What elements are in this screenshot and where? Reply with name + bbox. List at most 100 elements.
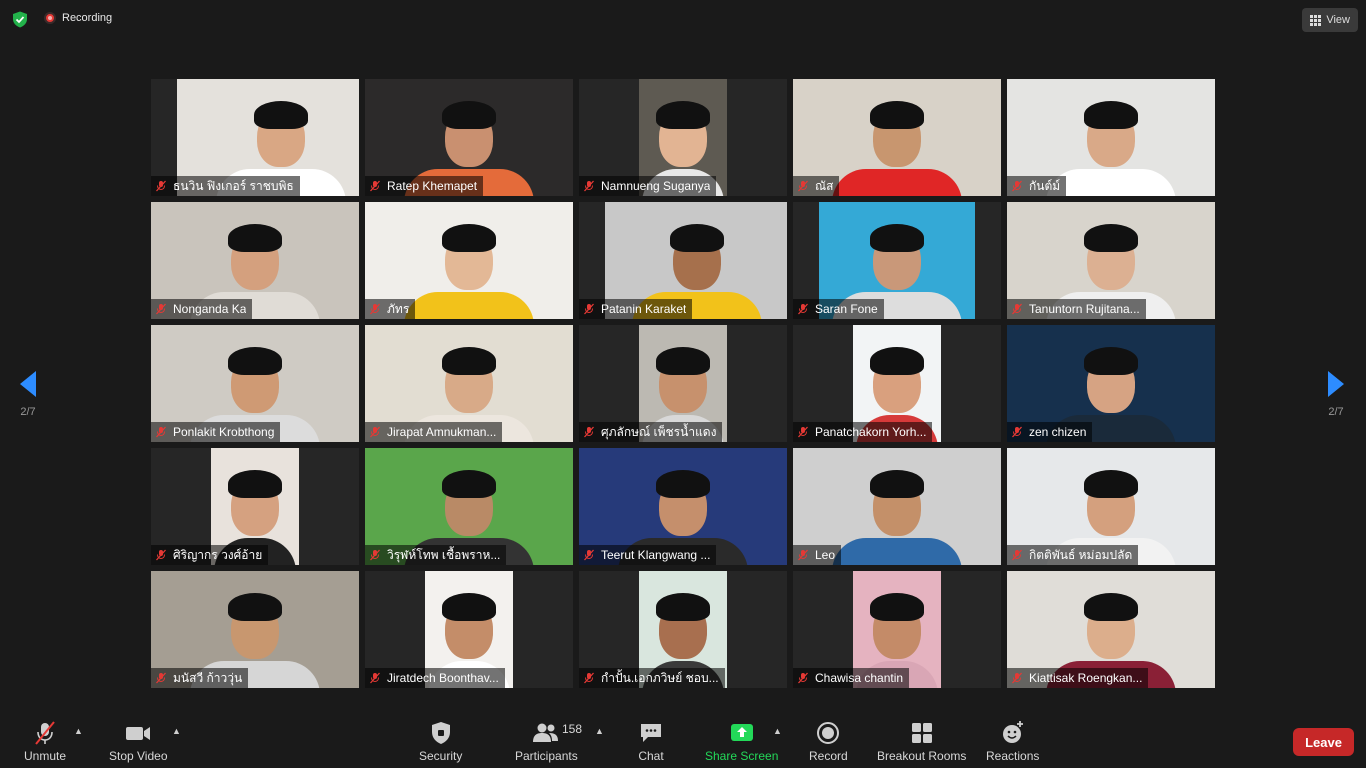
video-options-caret-icon[interactable]: ▲ <box>172 726 182 736</box>
video-gallery: ธนวิน ฟิงเกอร์ ราชบพิธ Ratep Khemapet Namn… <box>151 79 1215 688</box>
participants-icon <box>531 720 561 746</box>
participant-tile[interactable]: Nonganda Ka <box>151 202 359 319</box>
participant-name-bar: Ratep Khemapet <box>365 176 484 196</box>
share-options-caret-icon[interactable]: ▲ <box>773 726 783 736</box>
participant-name: กันต์ม์ <box>1029 178 1061 193</box>
participant-name-bar: กันต์ม์ <box>1007 176 1067 196</box>
arrow-left-icon <box>20 371 36 397</box>
participant-name: Panatchakorn Yorh... <box>815 425 927 439</box>
participants-options-caret-icon[interactable]: ▲ <box>595 726 605 736</box>
record-button[interactable]: Record <box>809 720 848 763</box>
muted-mic-icon <box>1012 426 1022 438</box>
view-button[interactable]: View <box>1302 8 1358 32</box>
participant-name: Saran Fone <box>815 302 878 316</box>
participant-name-bar: กำปั้น.เอกภวิษย์ ชอบ... <box>579 668 725 688</box>
participant-tile[interactable]: zen chizen <box>1007 325 1215 442</box>
reactions-smiley-icon <box>1000 720 1026 746</box>
participant-hair <box>656 347 710 375</box>
participant-tile[interactable]: Patanin Karaket <box>579 202 787 319</box>
participant-tile[interactable]: Ponlakit Krobthong <box>151 325 359 442</box>
share-screen-button[interactable]: Share Screen <box>705 720 778 763</box>
participant-hair <box>870 347 924 375</box>
record-icon <box>815 720 841 746</box>
participant-name: Jiratdech Boonthav... <box>387 671 499 685</box>
participant-hair <box>442 224 496 252</box>
participant-tile[interactable]: กันต์ม์ <box>1007 79 1215 196</box>
participant-name: วิรุฬห์โทพ เชื้อพราห... <box>387 547 501 562</box>
muted-mic-icon <box>370 426 380 438</box>
participant-tile[interactable]: Kiattisak Roengkan... <box>1007 571 1215 688</box>
participant-name-bar: Tanuntorn Rujitana... <box>1007 299 1146 319</box>
participant-tile[interactable]: Ratep Khemapet <box>365 79 573 196</box>
participant-tile[interactable]: ศิริญากร วงศ์อ้าย <box>151 448 359 565</box>
participant-name: Patanin Karaket <box>601 302 687 316</box>
leave-button[interactable]: Leave <box>1293 728 1354 756</box>
participant-tile[interactable]: Teerut Klangwang ... <box>579 448 787 565</box>
chat-button[interactable]: Chat <box>638 720 664 763</box>
participants-label: Participants <box>515 749 578 763</box>
participant-name: Leo <box>815 548 836 562</box>
next-page-button[interactable]: 2/7 <box>1316 370 1356 418</box>
participant-hair <box>1084 470 1138 498</box>
participant-hair <box>870 593 924 621</box>
participant-name: มนัสวี ก้าววุ่น <box>173 670 243 685</box>
participant-tile[interactable]: ศุภลักษณ์ เพ็ชรน้ำแดง <box>579 325 787 442</box>
participant-tile[interactable]: Jirapat Amnukman... <box>365 325 573 442</box>
participant-name: Teerut Klangwang ... <box>601 548 711 562</box>
participant-tile[interactable]: Leo <box>793 448 1001 565</box>
video-camera-icon <box>124 720 152 746</box>
breakout-rooms-button[interactable]: Breakout Rooms <box>877 720 966 763</box>
security-label: Security <box>419 749 463 763</box>
participant-tile[interactable]: ธนวิน ฟิงเกอร์ ราชบพิธ <box>151 79 359 196</box>
participant-name: ศุภลักษณ์ เพ็ชรน้ำแดง <box>601 424 717 439</box>
participant-tile[interactable]: กิตติพันธ์ หม่อมปลัด <box>1007 448 1215 565</box>
participant-name: Jirapat Amnukman... <box>387 425 497 439</box>
participant-name-bar: Jiratdech Boonthav... <box>365 668 505 688</box>
participant-tile[interactable]: Panatchakorn Yorh... <box>793 325 1001 442</box>
participant-tile[interactable]: Jiratdech Boonthav... <box>365 571 573 688</box>
participant-hair <box>228 347 282 375</box>
participant-name-bar: Namnueng Suganya <box>579 176 717 196</box>
muted-mic-icon <box>156 426 166 438</box>
audio-options-caret-icon[interactable]: ▲ <box>74 726 84 736</box>
muted-mic-icon <box>584 303 594 315</box>
participant-hair <box>442 593 496 621</box>
participant-tile[interactable]: Saran Fone <box>793 202 1001 319</box>
participant-hair <box>870 101 924 129</box>
participant-tile[interactable]: ภัทร <box>365 202 573 319</box>
page-indicator-right: 2/7 <box>1328 406 1344 418</box>
participant-name-bar: Saran Fone <box>793 299 884 319</box>
participant-body <box>404 292 534 319</box>
stop-video-button[interactable]: Stop Video <box>109 720 168 763</box>
participant-name: ณัส <box>815 178 834 193</box>
participant-hair <box>870 470 924 498</box>
muted-mic-icon <box>584 549 594 561</box>
muted-mic-icon <box>1012 180 1022 192</box>
participant-tile[interactable]: Namnueng Suganya <box>579 79 787 196</box>
participant-tile[interactable]: Chawisa chantin <box>793 571 1001 688</box>
participant-name: Tanuntorn Rujitana... <box>1029 302 1140 316</box>
stop-video-label: Stop Video <box>109 749 168 763</box>
participant-name: Kiattisak Roengkan... <box>1029 671 1143 685</box>
participant-hair <box>228 470 282 498</box>
previous-page-button[interactable]: 2/7 <box>8 370 48 418</box>
participants-count-badge: 158 <box>562 722 583 736</box>
reactions-button[interactable]: Reactions <box>986 720 1039 763</box>
muted-mic-icon <box>584 426 594 438</box>
participant-tile[interactable]: มนัสวี ก้าววุ่น <box>151 571 359 688</box>
participant-name-bar: ศิริญากร วงศ์อ้าย <box>151 545 269 565</box>
unmute-button[interactable]: Unmute <box>24 720 66 763</box>
participant-name-bar: วิรุฬห์โทพ เชื้อพราห... <box>365 545 507 565</box>
encryption-shield-icon[interactable] <box>12 11 28 28</box>
participant-body <box>832 169 962 196</box>
participant-tile[interactable]: กำปั้น.เอกภวิษย์ ชอบ... <box>579 571 787 688</box>
participant-tile[interactable]: วิรุฬห์โทพ เชื้อพราห... <box>365 448 573 565</box>
security-button[interactable]: Security <box>419 720 462 763</box>
participant-tile[interactable]: Tanuntorn Rujitana... <box>1007 202 1215 319</box>
participant-hair <box>656 470 710 498</box>
grid-view-icon <box>1310 14 1322 26</box>
participant-name-bar: Chawisa chantin <box>793 668 910 688</box>
recording-indicator[interactable]: Recording <box>44 12 112 24</box>
breakout-rooms-label: Breakout Rooms <box>877 749 967 763</box>
participant-tile[interactable]: ณัส <box>793 79 1001 196</box>
